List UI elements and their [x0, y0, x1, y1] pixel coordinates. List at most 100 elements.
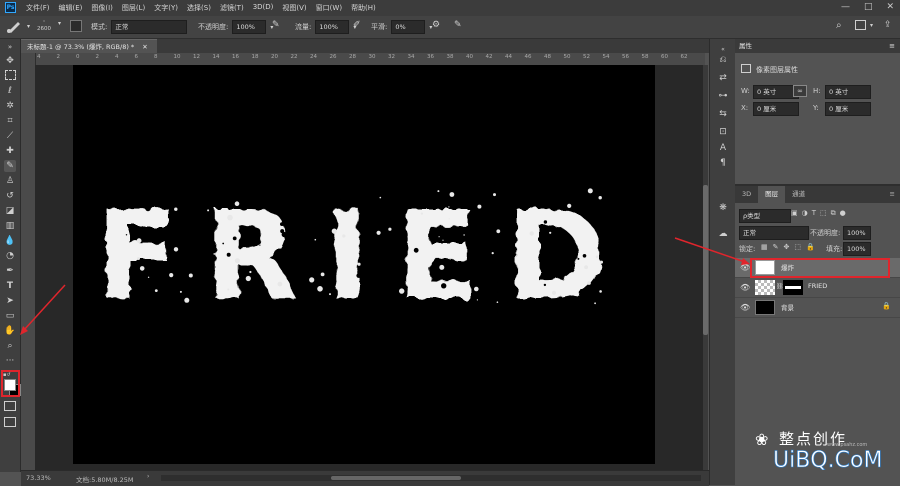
x-field[interactable]: 0 厘米: [753, 102, 799, 116]
link-icon[interactable]: ∞: [793, 85, 807, 97]
menu-select[interactable]: 选择(S): [187, 3, 211, 13]
height-field[interactable]: 0 英寸: [825, 85, 871, 99]
history-panel-icon[interactable]: ⎌: [717, 54, 729, 66]
layer-name[interactable]: 背景: [781, 302, 794, 312]
filter-toggle-icon[interactable]: ●: [840, 209, 846, 218]
lock-all-icon[interactable]: 🔒: [806, 243, 815, 251]
smoothing-options-button[interactable]: ⚙: [432, 20, 440, 30]
document-tab[interactable]: 未标题-1 @ 73.3% (爆炸, RGB/8) * ✕: [21, 39, 157, 53]
pen-tool-icon[interactable]: ✒: [4, 265, 16, 277]
layer-mask-thumbnail[interactable]: [783, 280, 803, 295]
hand-tool-icon[interactable]: ✋: [4, 325, 16, 337]
lasso-tool-icon[interactable]: ℓ: [4, 85, 16, 97]
brush-size-picker[interactable]: · 2600: [37, 18, 51, 33]
libraries-panel-icon[interactable]: ☁: [717, 228, 729, 240]
zoom-level[interactable]: 73.33%: [26, 474, 51, 482]
maximize-icon[interactable]: □: [864, 2, 873, 12]
lock-transparent-icon[interactable]: ▦: [761, 243, 768, 251]
layer-opacity-input[interactable]: 100%: [843, 226, 871, 240]
filter-shape-icon[interactable]: ⬚: [820, 209, 827, 218]
dodge-tool-icon[interactable]: ◔: [4, 250, 16, 262]
zoom-tool-icon[interactable]: ⌕: [4, 340, 16, 352]
tab-channels[interactable]: 通道: [785, 186, 812, 203]
filter-pixel-icon[interactable]: ▣: [791, 209, 798, 218]
menu-layer[interactable]: 图层(L): [122, 3, 145, 13]
gradient-tool-icon[interactable]: ▥: [4, 220, 16, 232]
info-panel-icon[interactable]: ⊡: [717, 126, 729, 138]
layer-filter-select[interactable]: ρ类型: [739, 209, 791, 223]
menu-window[interactable]: 窗口(W): [316, 3, 342, 13]
type-tool-icon[interactable]: T: [4, 280, 16, 292]
search-button[interactable]: ⌕: [836, 20, 842, 31]
eye-icon[interactable]: 👁: [740, 283, 750, 292]
symmetry-button[interactable]: ✎: [454, 20, 462, 30]
menu-edit[interactable]: 编辑(E): [59, 3, 83, 13]
menu-filter[interactable]: 滤镜(T): [220, 3, 244, 13]
fill-input[interactable]: 100%: [843, 242, 871, 256]
workspace-button[interactable]: ▾: [855, 20, 873, 30]
lock-paint-icon[interactable]: ✎: [773, 243, 779, 251]
healing-brush-tool-icon[interactable]: ✚: [4, 145, 16, 157]
blur-tool-icon[interactable]: 💧: [4, 235, 16, 247]
adjustments-panel-icon[interactable]: ⇄: [717, 72, 729, 84]
document-canvas[interactable]: FRIED: [73, 65, 655, 464]
menu-image[interactable]: 图像(I): [91, 3, 113, 13]
horizontal-scrollbar[interactable]: [161, 475, 701, 481]
clone-stamp-tool-icon[interactable]: ♙: [4, 175, 16, 187]
panel-menu-icon[interactable]: ≡: [889, 39, 895, 53]
minimize-icon[interactable]: —: [841, 2, 850, 12]
paragraph-panel-icon[interactable]: ¶: [717, 157, 729, 169]
quick-select-tool-icon[interactable]: ✲: [4, 100, 16, 112]
layer-row-background[interactable]: 👁 背景 🔒: [735, 298, 900, 318]
menu-type[interactable]: 文字(Y): [154, 3, 178, 13]
vertical-ruler[interactable]: [21, 53, 36, 470]
tab-3d[interactable]: 3D: [735, 186, 758, 203]
menu-3d[interactable]: 3D(D): [253, 3, 274, 13]
airbrush-button[interactable]: ✐: [353, 20, 361, 30]
paths-panel-icon[interactable]: ❋: [717, 202, 729, 214]
share-button[interactable]: ⇪: [884, 20, 892, 30]
filter-smart-object-icon[interactable]: ⧉: [831, 209, 836, 218]
menu-view[interactable]: 视图(V): [282, 3, 306, 13]
close-icon[interactable]: ✕: [886, 2, 894, 12]
eyedropper-tool-icon[interactable]: ⟋: [4, 130, 16, 142]
marquee-tool-icon[interactable]: [4, 70, 16, 82]
smoothing-input[interactable]: 0%: [391, 20, 426, 34]
eye-icon[interactable]: 👁: [740, 303, 750, 312]
filter-adjustment-icon[interactable]: ◑: [802, 209, 808, 218]
menu-file[interactable]: 文件(F): [26, 3, 50, 13]
close-tab-icon[interactable]: ✕: [142, 43, 147, 51]
filter-type-icon[interactable]: T: [812, 209, 816, 218]
crop-tool-icon[interactable]: ⌗: [4, 115, 16, 127]
opacity-input[interactable]: 100%: [232, 20, 267, 34]
brush-tool-preset[interactable]: ▾: [5, 19, 30, 33]
toolbar-collapse-icon[interactable]: »: [4, 41, 16, 53]
layer-name[interactable]: FRIED: [808, 282, 827, 290]
foreground-color-swatch[interactable]: [4, 379, 16, 391]
horizontal-scroll-thumb[interactable]: [331, 476, 461, 480]
screen-mode-icon[interactable]: [4, 417, 16, 429]
brush-panel-toggle[interactable]: [70, 20, 82, 32]
character-panel-icon[interactable]: A: [717, 142, 729, 154]
y-field[interactable]: 0 厘米: [825, 102, 871, 116]
more-tools-icon[interactable]: ···: [4, 355, 16, 367]
pressure-opacity-button[interactable]: ✎: [272, 20, 280, 30]
layer-row-fried[interactable]: 👁 ⛓ FRIED: [735, 278, 900, 298]
flow-input[interactable]: 100%: [315, 20, 350, 34]
status-menu-icon[interactable]: ›: [147, 473, 149, 480]
history-brush-tool-icon[interactable]: ↺: [4, 190, 16, 202]
lock-position-icon[interactable]: ✥: [784, 243, 790, 251]
vertical-scroll-thumb[interactable]: [703, 185, 708, 335]
move-tool-icon[interactable]: ✥: [4, 55, 16, 67]
mode-select[interactable]: 正常: [111, 20, 188, 34]
tab-layers[interactable]: 图层: [758, 186, 786, 203]
styles-panel-icon[interactable]: ⇆: [717, 108, 729, 120]
menu-help[interactable]: 帮助(H): [351, 3, 376, 13]
channels-sliders-icon[interactable]: ⊶: [717, 90, 729, 102]
lock-artboard-icon[interactable]: ⬚: [794, 243, 801, 251]
document-size-info[interactable]: 文档:5.80M/8.25M: [76, 474, 134, 484]
brush-tool-icon[interactable]: ✎: [4, 160, 16, 172]
eye-icon[interactable]: 👁: [740, 263, 750, 272]
shape-tool-icon[interactable]: ▭: [4, 310, 16, 322]
path-selection-tool-icon[interactable]: ➤: [4, 295, 16, 307]
